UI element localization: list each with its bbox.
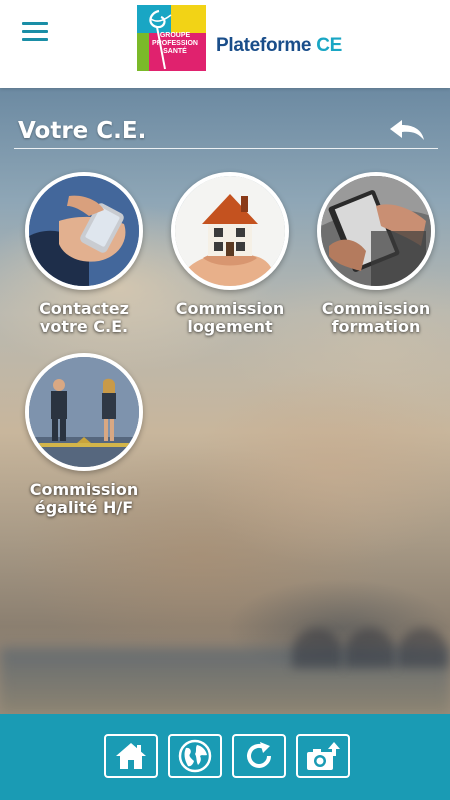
tile-label-line: logement [187,317,273,336]
background-bridge-arch [292,628,342,668]
tile-contactez-ce[interactable]: Contactez votre C.E. [14,172,154,336]
logo-line: SANTÉ [163,48,187,55]
tile-label-line: formation [331,317,421,336]
logo-text: GROUPE PROFESSION SANTÉ [147,32,203,56]
tile-commission-logement[interactable]: Commission logement [160,172,300,336]
bottom-toolbar [0,714,450,800]
tile-label-line: Commission [321,299,431,318]
tile-label-line: votre C.E. [39,317,129,336]
globe-icon[interactable] [168,734,222,778]
tile-label-line: Commission [175,299,285,318]
logo-line: PROFESSION [152,40,198,47]
home-icon[interactable] [104,734,158,778]
house-in-hand-photo [171,172,289,290]
tile-commission-formation[interactable]: Commission formation [306,172,446,336]
tile-label: Commission égalité H/F [14,481,154,517]
brand-ce: CE [316,35,342,56]
groupe-profession-sante-logo: GROUPE PROFESSION SANTÉ [137,5,206,71]
background-bridge-arch [345,628,395,668]
brand-word: Plateforme [216,35,312,56]
title-divider [14,148,438,149]
tile-label-line: égalité H/F [34,498,134,517]
man-woman-scale-photo [25,353,143,471]
hamburger-menu-icon[interactable] [22,22,48,46]
tile-label: Contactez votre C.E. [14,300,154,336]
brand-plateforme-ce: Plateforme CE [216,35,342,57]
refresh-icon[interactable] [232,734,286,778]
hand-smartphone-photo [25,172,143,290]
background-bridge-arch [398,628,448,668]
app-header: GROUPE PROFESSION SANTÉ Plateforme CE [0,0,450,88]
logo-line: GROUPE [159,32,191,39]
page-title: Votre C.E. [18,118,147,144]
tile-label: Commission logement [160,300,300,336]
back-arrow-icon[interactable] [388,118,426,142]
tile-label-line: Contactez [39,299,129,318]
tile-label: Commission formation [306,300,446,336]
tile-label-line: Commission [29,480,139,499]
camera-upload-icon[interactable] [296,734,350,778]
tile-commission-egalite[interactable]: Commission égalité H/F [14,353,154,517]
notebook-writing-photo [317,172,435,290]
